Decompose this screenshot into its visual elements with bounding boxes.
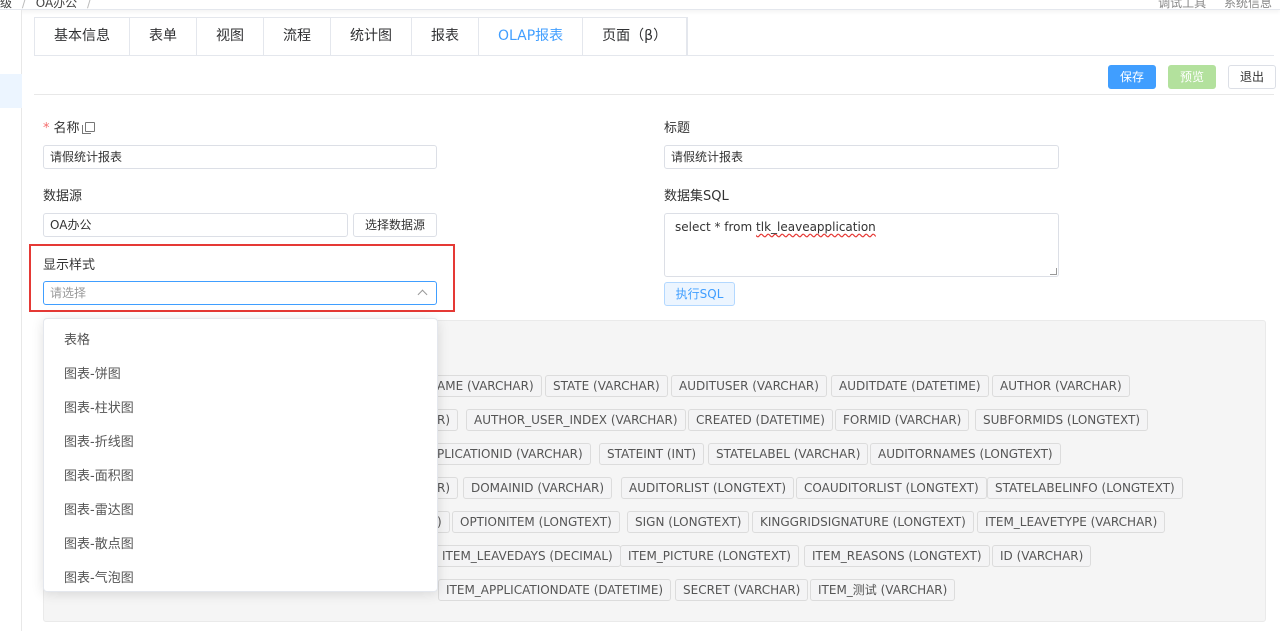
sql-table-text: tlk_leaveapplication bbox=[756, 220, 876, 234]
dropdown-option-line-chart[interactable]: 图表-折线图 bbox=[44, 426, 437, 460]
datasource-input[interactable]: OA办公 bbox=[43, 213, 348, 237]
tab-report[interactable]: 报表 bbox=[412, 18, 479, 55]
field-chip[interactable]: AUTHOR (VARCHAR) bbox=[992, 375, 1130, 397]
tab-page-beta[interactable]: 页面（β） bbox=[583, 18, 688, 55]
field-chip[interactable]: KINGGRIDSIGNATURE (LONGTEXT) bbox=[752, 511, 974, 533]
field-chip[interactable]: SECRET (VARCHAR) bbox=[675, 579, 809, 601]
copy-icon[interactable] bbox=[81, 122, 95, 134]
dropdown-option-area-chart[interactable]: 图表-面积图 bbox=[44, 460, 437, 494]
field-chip[interactable]: AUDITORLIST (LONGTEXT) bbox=[621, 477, 795, 499]
preview-button[interactable]: 预览 bbox=[1168, 65, 1216, 89]
sql-prefix-text: select * from bbox=[675, 220, 757, 234]
breadcrumb-trail: / bbox=[87, 0, 92, 10]
dropdown-option-table[interactable]: 表格 bbox=[44, 324, 437, 358]
breadcrumb-app[interactable]: OA办公 bbox=[36, 0, 77, 9]
breadcrumb: 级 / OA办公 / bbox=[0, 0, 92, 10]
field-chip[interactable]: DOMAINID (VARCHAR) bbox=[463, 477, 613, 499]
field-chip[interactable]: OPTIONITEM (LONGTEXT) bbox=[452, 511, 620, 533]
name-label: * 名称 bbox=[43, 117, 95, 136]
field-chip[interactable]: ITEM_LEAVEDAYS (DECIMAL) bbox=[434, 545, 621, 567]
breadcrumb-separator: / bbox=[21, 0, 26, 10]
highlight-box bbox=[29, 244, 455, 312]
tab-statistics-chart[interactable]: 统计图 bbox=[331, 18, 412, 55]
title-label: 标题 bbox=[664, 121, 691, 136]
field-chip[interactable]: ITEM_测试 (VARCHAR) bbox=[810, 579, 956, 601]
tab-bar: 基本信息 表单 视图 流程 统计图 报表 OLAP报表 页面（β） bbox=[34, 17, 689, 55]
dropdown-option-bubble-chart[interactable]: 图表-气泡图 bbox=[44, 562, 437, 591]
field-chip[interactable]: ITEM_PICTURE (LONGTEXT) bbox=[620, 545, 799, 567]
datasource-label: 数据源 bbox=[43, 189, 83, 204]
field-chip[interactable]: AME (VARCHAR) bbox=[429, 375, 542, 397]
resize-handle[interactable] bbox=[1050, 268, 1057, 275]
exit-button[interactable]: 退出 bbox=[1228, 65, 1276, 89]
run-sql-button[interactable]: 执行SQL bbox=[664, 282, 735, 306]
sidebar bbox=[0, 10, 22, 631]
top-bar: 级 / OA办公 / 调试工具 系统信息 bbox=[0, 0, 1280, 10]
field-chip[interactable]: ID (VARCHAR) bbox=[992, 545, 1092, 567]
tab-basic-info[interactable]: 基本信息 bbox=[35, 18, 130, 55]
field-chip[interactable]: STATE (VARCHAR) bbox=[545, 375, 668, 397]
dataset-sql-textarea[interactable]: select * from tlk_leaveapplication bbox=[664, 213, 1059, 277]
dataset-sql-label: 数据集SQL bbox=[664, 189, 729, 204]
field-chip[interactable]: AUDITORNAMES (LONGTEXT) bbox=[870, 443, 1061, 465]
tab-bar-divider bbox=[34, 55, 1274, 56]
required-mark: * bbox=[43, 121, 50, 136]
tab-olap-report[interactable]: OLAP报表 bbox=[479, 18, 584, 55]
field-chip[interactable]: ITEM_LEAVETYPE (VARCHAR) bbox=[977, 511, 1166, 533]
datasource-input-value: OA办公 bbox=[50, 218, 92, 232]
name-input-value: 请假统计报表 bbox=[50, 150, 123, 164]
field-chip[interactable]: COAUDITORLIST (LONGTEXT) bbox=[796, 477, 987, 499]
dropdown-option-scatter-chart[interactable]: 图表-散点图 bbox=[44, 528, 437, 562]
title-input-value: 请假统计报表 bbox=[671, 150, 744, 164]
field-chip[interactable]: ITEM_REASONS (LONGTEXT) bbox=[804, 545, 990, 567]
breadcrumb-root[interactable]: 级 bbox=[0, 0, 12, 9]
field-chip[interactable]: ITEM_APPLICATIONDATE (DATETIME) bbox=[438, 579, 672, 601]
field-chip[interactable]: STATELABELINFO (LONGTEXT) bbox=[987, 477, 1183, 499]
sidebar-selected-item[interactable] bbox=[0, 74, 22, 108]
tab-workflow[interactable]: 流程 bbox=[264, 18, 331, 55]
dropdown-option-pie-chart[interactable]: 图表-饼图 bbox=[44, 358, 437, 392]
field-chip[interactable]: AUTHOR_USER_INDEX (VARCHAR) bbox=[466, 409, 686, 431]
dropdown-option-radar-chart[interactable]: 图表-雷达图 bbox=[44, 494, 437, 528]
save-button[interactable]: 保存 bbox=[1108, 65, 1156, 89]
field-chip[interactable]: AUDITDATE (DATETIME) bbox=[831, 375, 989, 397]
title-input[interactable]: 请假统计报表 bbox=[664, 145, 1059, 169]
name-label-text: 名称 bbox=[53, 121, 80, 136]
field-chip[interactable]: SUBFORMIDS (LONGTEXT) bbox=[975, 409, 1149, 431]
field-chip[interactable]: FORMID (VARCHAR) bbox=[835, 409, 970, 431]
field-chip[interactable]: CREATED (DATETIME) bbox=[688, 409, 833, 431]
name-input[interactable]: 请假统计报表 bbox=[43, 145, 437, 169]
system-info-link[interactable]: 系统信息 bbox=[1224, 0, 1272, 9]
tab-form[interactable]: 表单 bbox=[130, 18, 197, 55]
choose-datasource-button[interactable]: 选择数据源 bbox=[353, 213, 437, 237]
field-chip[interactable]: PLICATIONID (VARCHAR) bbox=[429, 443, 591, 465]
dropdown-option-bar-chart[interactable]: 图表-柱状图 bbox=[44, 392, 437, 426]
field-chip[interactable]: SIGN (LONGTEXT) bbox=[627, 511, 750, 533]
field-chip[interactable]: AUDITUSER (VARCHAR) bbox=[671, 375, 827, 397]
tab-view[interactable]: 视图 bbox=[197, 18, 264, 55]
field-chip[interactable]: STATELABEL (VARCHAR) bbox=[708, 443, 869, 465]
field-chip[interactable]: STATEINT (INT) bbox=[599, 443, 705, 465]
debug-tool-link[interactable]: 调试工具 bbox=[1158, 0, 1206, 9]
display-style-dropdown: 表格 图表-饼图 图表-柱状图 图表-折线图 图表-面积图 图表-雷达图 图表-… bbox=[43, 318, 438, 592]
top-tools: 调试工具 系统信息 bbox=[1158, 0, 1272, 9]
toolbar-divider bbox=[34, 94, 1274, 95]
